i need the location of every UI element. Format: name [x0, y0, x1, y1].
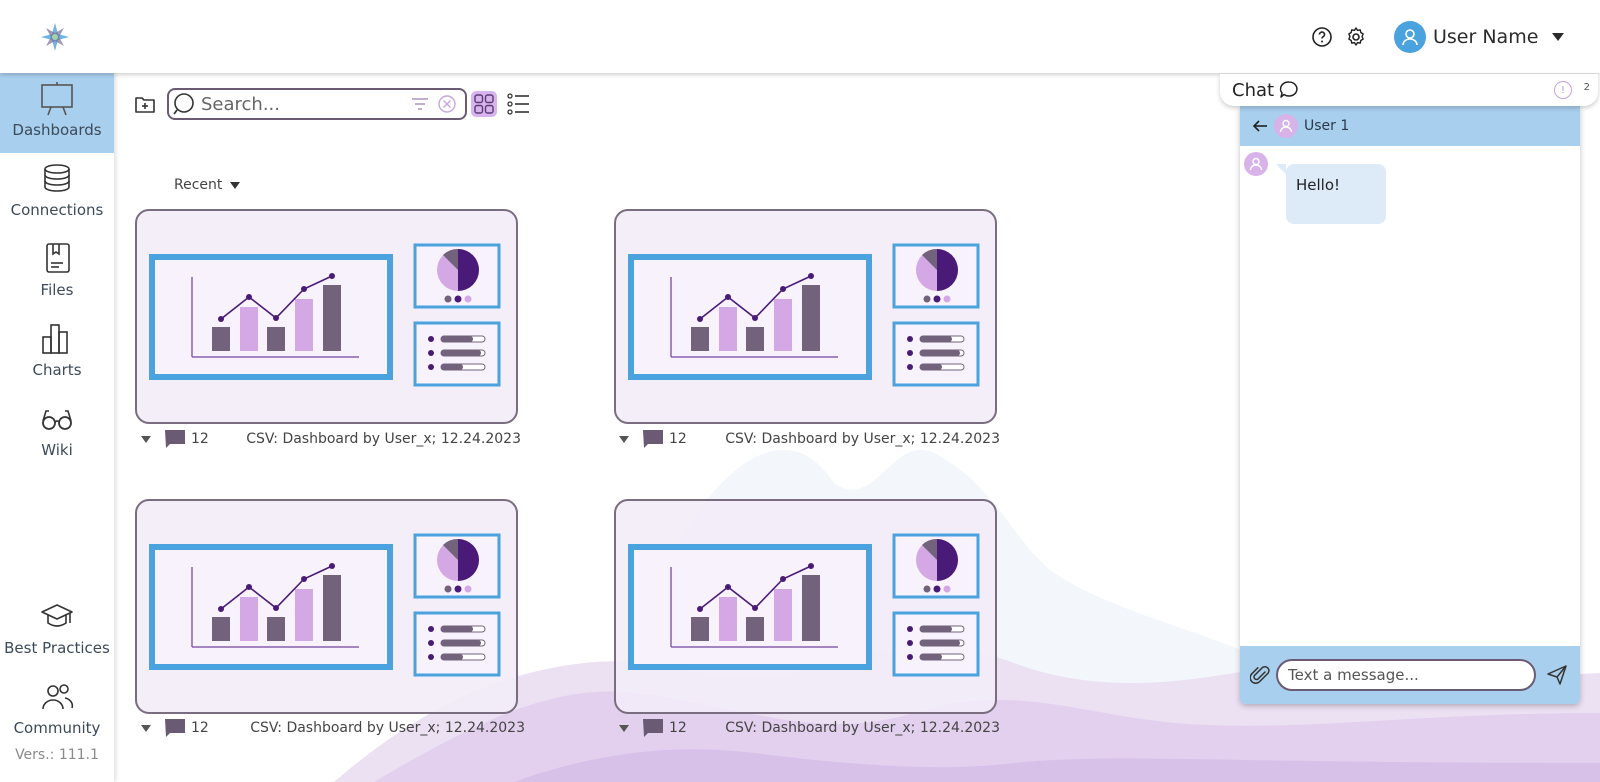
glasses-icon: [42, 410, 72, 430]
conversation-header: User 1: [1240, 106, 1580, 146]
chat-input-bar: [1240, 646, 1580, 704]
comment-count: 12: [191, 431, 209, 447]
sidebar-item-files[interactable]: Files: [0, 233, 114, 313]
sort-dropdown[interactable]: Recent: [174, 177, 241, 193]
sidebar-item-community[interactable]: Community: [0, 671, 114, 751]
user-name: User Name: [1433, 26, 1539, 48]
comment-icon[interactable]: [643, 719, 663, 737]
chat-header[interactable]: Chat ! 2: [1220, 74, 1598, 106]
chat-title: Chat: [1232, 79, 1275, 101]
notification-badge-icon[interactable]: !: [1554, 81, 1572, 99]
sidebar-item-label: Community: [13, 719, 101, 737]
send-icon[interactable]: [1546, 664, 1568, 686]
card-meta: 12 CSV: Dashboard by User_x; 12.24.2023: [619, 429, 1000, 449]
chevron-down-icon[interactable]: [619, 724, 629, 732]
version-label: Vers.: 111.1: [15, 747, 99, 763]
presentation-board-icon: [41, 82, 73, 116]
dashboard-thumbnail: [137, 211, 518, 424]
clear-search-icon[interactable]: [437, 94, 457, 114]
user-avatar-icon: [1394, 21, 1426, 53]
dashboard-thumbnail: [616, 211, 997, 424]
sidebar-item-label: Dashboards: [12, 121, 102, 139]
logo-icon[interactable]: [40, 22, 70, 52]
book-icon: [46, 243, 70, 273]
card-meta: 12 CSV: Dashboard by User_x; 12.24.2023: [619, 718, 1000, 738]
dashboard-card[interactable]: [135, 499, 518, 714]
paperclip-icon[interactable]: [1250, 664, 1270, 686]
sidebar-item-label: Best Practices: [4, 639, 110, 657]
people-icon: [42, 684, 74, 710]
sidebar: Dashboards Connections Files Charts Wiki…: [0, 73, 114, 782]
chat-panel: User 1 Hello!: [1240, 106, 1580, 704]
sidebar-item-charts[interactable]: Charts: [0, 313, 114, 393]
help-icon[interactable]: [1310, 25, 1334, 49]
sidebar-item-label: Connections: [10, 201, 104, 219]
card-description: CSV: Dashboard by User_x; 12.24.2023: [246, 431, 521, 447]
dashboard-card[interactable]: [614, 209, 997, 424]
sidebar-item-wiki[interactable]: Wiki: [0, 393, 114, 473]
user-menu[interactable]: User Name: [1394, 20, 1565, 54]
add-folder-icon[interactable]: [134, 93, 156, 115]
message-bubble: Hello!: [1276, 164, 1386, 224]
sidebar-item-label: Wiki: [41, 441, 73, 459]
card-meta: 12 CSV: Dashboard by User_x; 12.24.2023: [141, 429, 521, 449]
card-description: CSV: Dashboard by User_x; 12.24.2023: [250, 720, 525, 736]
dashboard-card[interactable]: [614, 499, 997, 714]
conversation-user-name: User 1: [1304, 118, 1350, 134]
card-description: CSV: Dashboard by User_x; 12.24.2023: [725, 431, 1000, 447]
grid-view-icon[interactable]: [471, 91, 497, 117]
comment-icon[interactable]: [165, 430, 185, 448]
message-input[interactable]: [1276, 659, 1536, 691]
comment-count: 12: [669, 431, 687, 447]
search-icon: [173, 93, 194, 115]
sidebar-item-dashboards[interactable]: Dashboards: [0, 73, 114, 153]
comment-count: 12: [669, 720, 687, 736]
chevron-down-icon[interactable]: [141, 435, 151, 443]
graduation-cap-icon: [41, 604, 73, 627]
sidebar-item-connections[interactable]: Connections: [0, 153, 114, 233]
chevron-down-icon[interactable]: [619, 435, 629, 443]
bar-chart-icon: [42, 324, 68, 354]
gear-icon[interactable]: [1344, 25, 1368, 49]
search-input[interactable]: [201, 93, 411, 115]
dashboard-card[interactable]: [135, 209, 518, 424]
chevron-down-icon: [1552, 33, 1565, 41]
app-header: User Name: [0, 0, 1600, 73]
comment-count: 12: [191, 720, 209, 736]
card-meta: 12 CSV: Dashboard by User_x; 12.24.2023: [141, 718, 525, 738]
database-icon: [44, 164, 70, 192]
sidebar-item-best-practices[interactable]: Best Practices: [0, 591, 114, 671]
sidebar-item-label: Charts: [32, 361, 82, 379]
filter-icon[interactable]: [411, 96, 429, 112]
sort-label: Recent: [174, 177, 223, 193]
comment-icon[interactable]: [165, 719, 185, 737]
back-arrow-icon[interactable]: [1252, 119, 1268, 133]
dashboard-thumbnail: [137, 501, 518, 714]
sidebar-item-label: Files: [40, 281, 74, 299]
card-description: CSV: Dashboard by User_x; 12.24.2023: [725, 720, 1000, 736]
list-view-icon[interactable]: [507, 93, 531, 115]
search-box: [167, 88, 467, 120]
chevron-down-icon: [230, 181, 241, 189]
notification-count: 2: [1583, 82, 1590, 93]
comment-icon[interactable]: [643, 430, 663, 448]
dashboard-thumbnail: [616, 501, 997, 714]
chevron-down-icon[interactable]: [141, 724, 151, 732]
chat-bubble-icon: [1279, 81, 1298, 98]
conversation-avatar-icon: [1274, 114, 1298, 138]
message-avatar-icon: [1244, 152, 1268, 176]
